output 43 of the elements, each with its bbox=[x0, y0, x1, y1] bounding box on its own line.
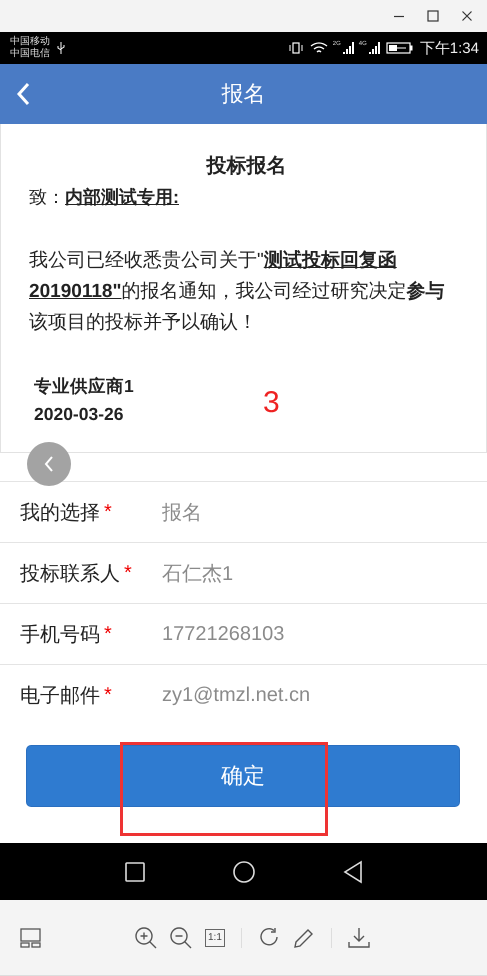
notice-date: 2020-03-26 bbox=[34, 403, 124, 426]
back-icon[interactable] bbox=[16, 82, 30, 106]
rotate-icon[interactable] bbox=[258, 926, 280, 948]
usb-icon bbox=[56, 41, 66, 55]
pencil-icon[interactable] bbox=[292, 926, 315, 948]
field-label: 投标联系人 bbox=[20, 562, 120, 586]
field-label: 手机号码 bbox=[20, 622, 100, 648]
salutation: 致：内部测试专用: bbox=[29, 186, 180, 209]
circle-icon[interactable] bbox=[232, 860, 256, 884]
download-icon[interactable] bbox=[348, 926, 370, 948]
input-field[interactable]: 石仁杰1 bbox=[162, 562, 462, 584]
input-field[interactable]: 17721268103 bbox=[162, 622, 462, 646]
signal-icon bbox=[342, 41, 354, 55]
input-field[interactable]: 报名 bbox=[162, 500, 462, 524]
clock-time: 下午1:34 bbox=[420, 38, 479, 58]
layout-icon[interactable] bbox=[20, 926, 42, 948]
required-mark: * bbox=[104, 684, 112, 706]
vibrate-icon bbox=[288, 41, 304, 55]
signal-icon bbox=[368, 41, 380, 55]
page-title: 报名 bbox=[222, 80, 266, 108]
required-mark: * bbox=[124, 562, 132, 584]
annotation-number: 3 bbox=[263, 386, 280, 420]
input-field[interactable]: zy1@tmzl.net.cn bbox=[162, 684, 462, 706]
confirm-button[interactable]: 确定 bbox=[26, 745, 460, 807]
maximize-icon[interactable] bbox=[427, 10, 439, 22]
carrier-name: 中国电信 bbox=[10, 48, 50, 60]
battery-icon bbox=[386, 41, 414, 55]
close-icon[interactable] bbox=[461, 10, 473, 22]
required-mark: * bbox=[104, 622, 112, 646]
notice-body: 我公司已经收悉贵公司关于"测试投标回复函20190118"的报名通知，我公司经过研究决定参与该项目的投标并予以确认！ bbox=[29, 249, 446, 335]
wifi-icon bbox=[310, 41, 328, 55]
triangle-icon[interactable] bbox=[342, 860, 364, 884]
signer-name: 专业供应商1 bbox=[34, 375, 134, 398]
required-mark: * bbox=[104, 500, 112, 524]
notice-title: 投标报名 bbox=[205, 154, 288, 179]
square-icon[interactable] bbox=[124, 860, 146, 882]
chevron-icon bbox=[43, 455, 55, 473]
field-label: 电子邮件 bbox=[20, 684, 100, 708]
carrier-name: 中国移动 bbox=[10, 36, 50, 48]
actual-size-button[interactable]: 1:1 bbox=[205, 928, 225, 946]
zoom-out-icon[interactable] bbox=[169, 926, 193, 950]
field-label: 我的选择 bbox=[20, 500, 100, 526]
zoom-in-icon[interactable] bbox=[134, 926, 158, 950]
